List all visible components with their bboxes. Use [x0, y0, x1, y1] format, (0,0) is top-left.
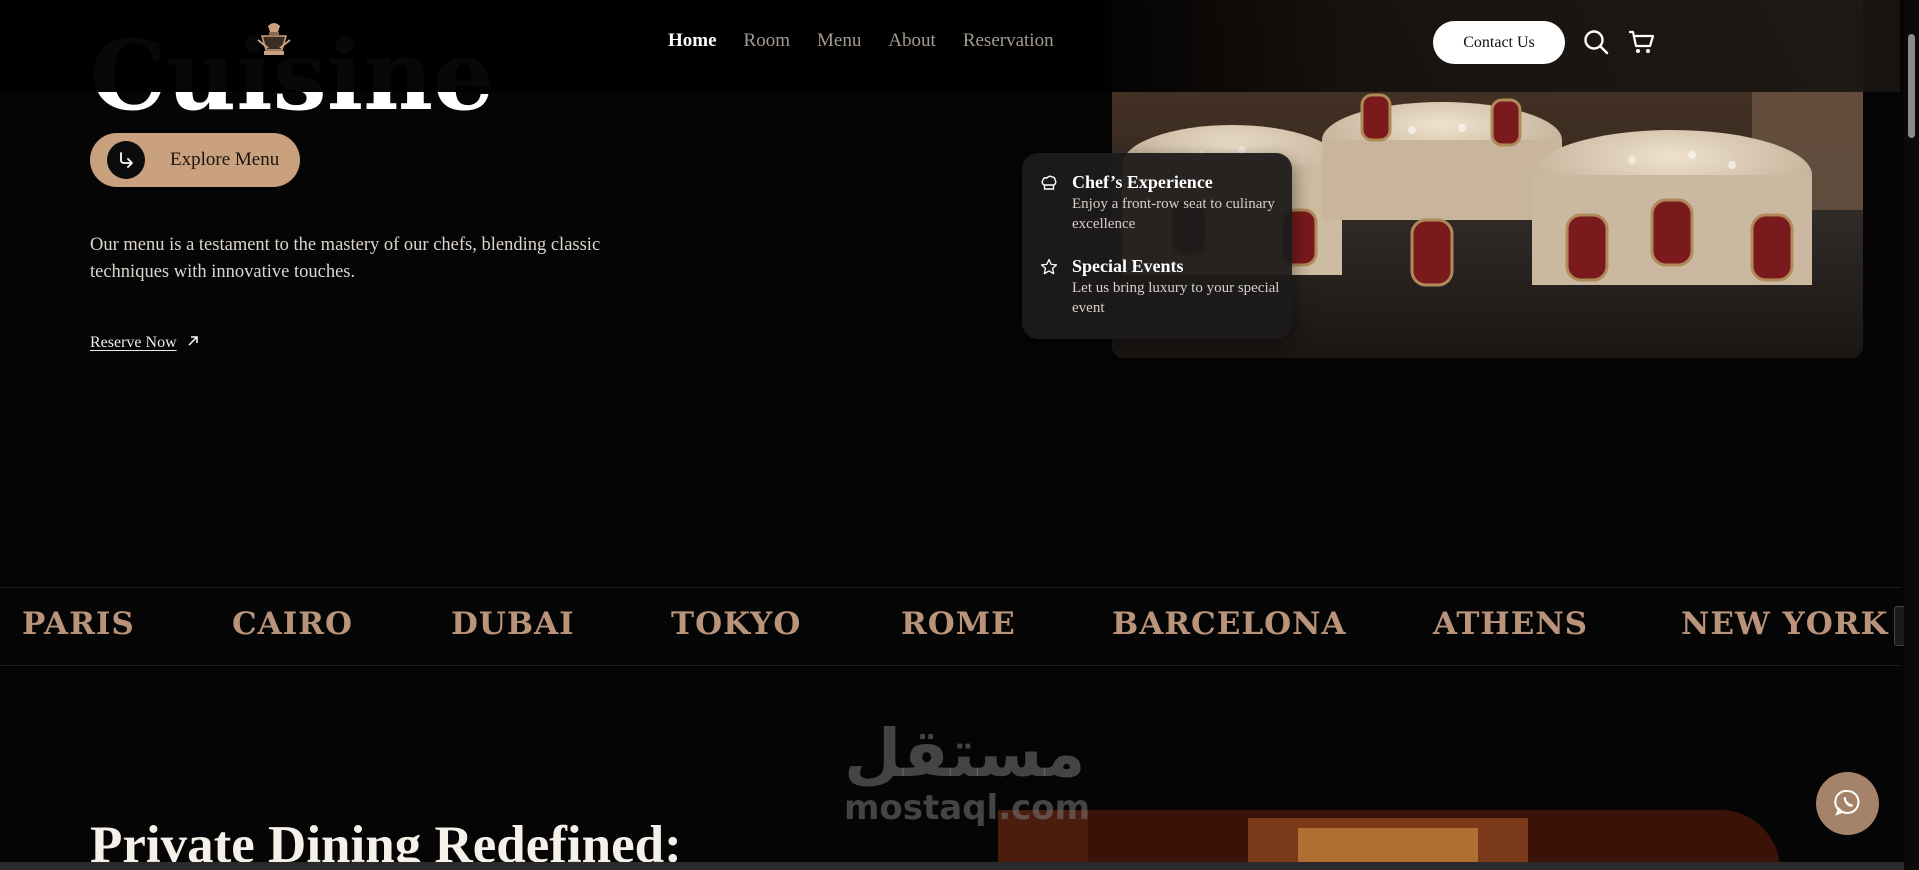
city-item: DUBAI — [451, 606, 575, 642]
feature-special-events: Special Events Let us bring luxury to yo… — [1040, 255, 1282, 318]
explore-menu-button[interactable]: Explore Menu — [90, 133, 300, 187]
nav-home[interactable]: Home — [668, 30, 717, 52]
site-header: Home Room Menu About Reservation Contact… — [0, 0, 1900, 92]
nav-about[interactable]: About — [888, 30, 936, 52]
city-item: PARIS — [22, 606, 135, 642]
whatsapp-icon — [1833, 787, 1863, 820]
arrow-return-icon — [107, 141, 145, 179]
city-marquee: PARIS CAIRO DUBAI TOKYO ROME BARCELONA A… — [0, 587, 1900, 666]
explore-menu-label: Explore Menu — [170, 149, 280, 170]
cart-icon[interactable] — [1627, 28, 1655, 56]
chef-hat-icon — [1040, 174, 1058, 192]
horizontal-scrollbar[interactable] — [0, 862, 1904, 870]
city-item: TOKYO — [671, 606, 802, 642]
nav-menu[interactable]: Menu — [817, 30, 861, 52]
hero-description: Our menu is a testament to the mastery o… — [90, 235, 601, 282]
watermark-arabic: مستقل — [844, 715, 1086, 792]
feature-title: Chef’s Experience — [1072, 172, 1213, 192]
whatsapp-chat-button[interactable] — [1816, 772, 1879, 835]
contact-us-button[interactable]: Contact Us — [1433, 21, 1565, 64]
reserve-now-link[interactable]: Reserve Now — [90, 334, 199, 352]
features-card: Chef’s Experience Enjoy a front-row seat… — [1022, 153, 1292, 339]
nav-reservation[interactable]: Reservation — [963, 30, 1054, 52]
city-item: ROME — [901, 606, 1016, 642]
main-nav: Home Room Menu About Reservation — [668, 30, 1054, 52]
feature-title: Special Events — [1072, 256, 1184, 276]
private-dining-image — [998, 810, 1780, 870]
city-item: ATHENS — [1433, 606, 1589, 642]
reserve-now-label: Reserve Now — [90, 334, 177, 351]
star-icon — [1040, 258, 1058, 276]
page-scrollbar[interactable] — [1904, 0, 1919, 870]
feature-text: Enjoy a front-row seat to culinary excel… — [1072, 196, 1275, 232]
city-item: BARCELONA — [1112, 606, 1347, 642]
city-item: CAIRO — [232, 606, 353, 642]
crest-logo-icon[interactable] — [254, 20, 294, 58]
feature-text: Let us bring luxury to your special even… — [1072, 280, 1280, 316]
search-icon[interactable] — [1582, 28, 1610, 56]
arrow-up-right-icon — [187, 334, 199, 352]
city-item: NEW YORK — [1681, 606, 1889, 642]
feature-chef-experience: Chef’s Experience Enjoy a front-row seat… — [1041, 171, 1282, 234]
scrollbar-thumb[interactable] — [1908, 34, 1915, 138]
nav-room[interactable]: Room — [744, 30, 790, 52]
